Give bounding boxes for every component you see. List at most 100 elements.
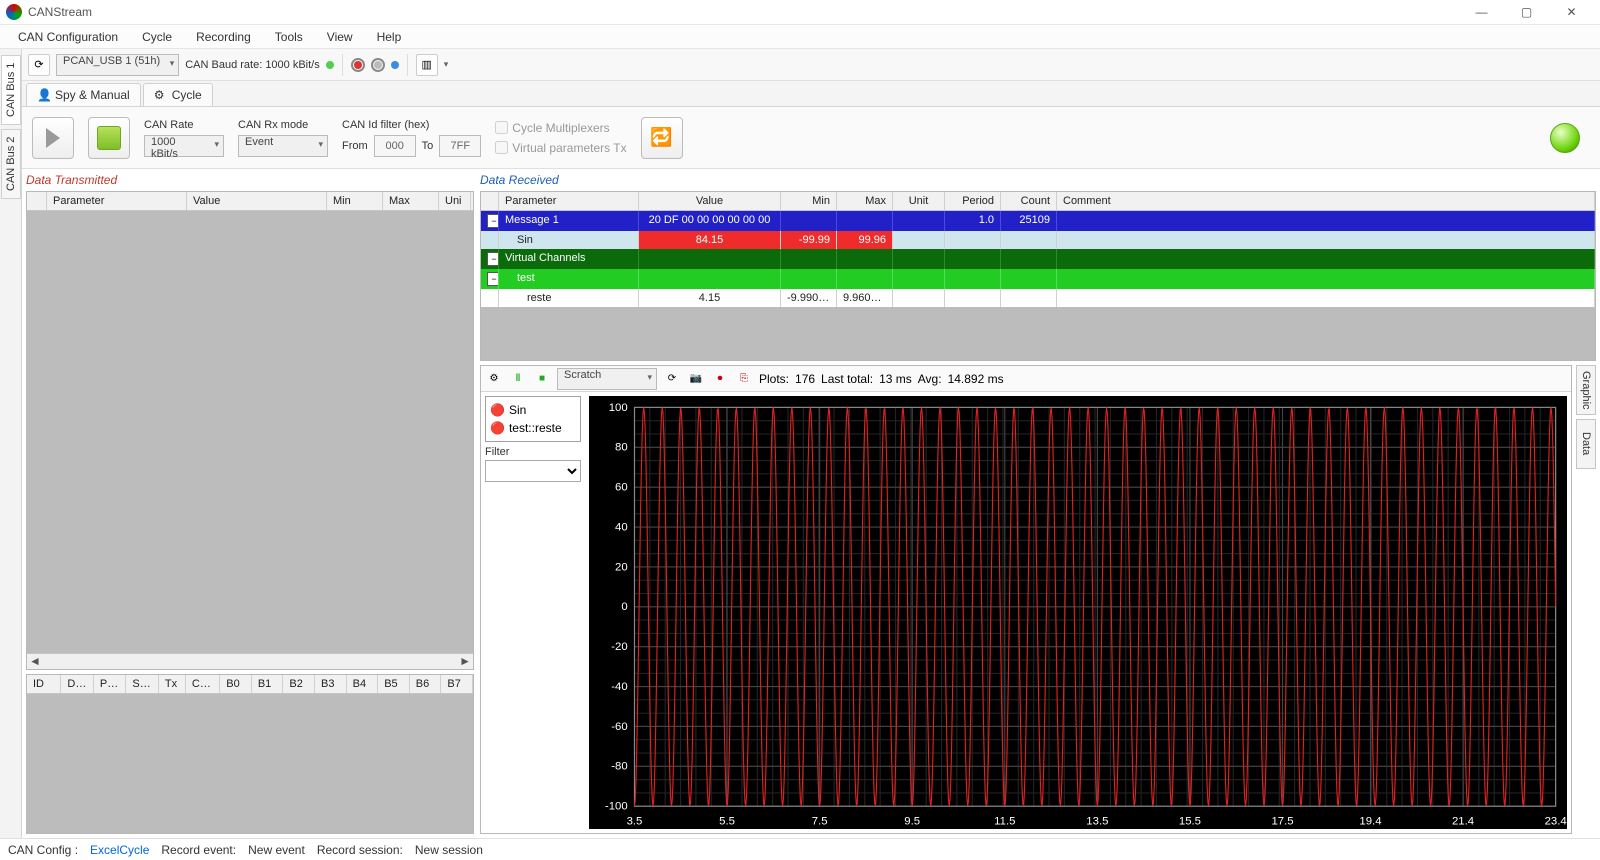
avg-value: 14.892 ms [948,372,1004,386]
tab-graphic[interactable]: Graphic [1576,365,1596,415]
menu-tools[interactable]: Tools [265,26,313,48]
chk-virtual-tx[interactable]: Virtual parameters Tx [495,141,626,155]
msg-col-b5[interactable]: B5 [378,675,410,693]
msg-col-b2[interactable]: B2 [283,675,315,693]
graph-record-icon[interactable]: ⏺ [711,370,729,388]
maximize-button[interactable]: ▢ [1504,0,1549,24]
filter-select[interactable] [485,460,581,482]
chk-cycle-multiplexers[interactable]: Cycle Multiplexers [495,121,626,135]
play-button[interactable] [32,117,74,159]
rx-col-min[interactable]: Min [781,192,837,210]
rx-col-toggle[interactable] [481,192,499,210]
rx-col-comment[interactable]: Comment [1057,192,1595,210]
section-rx-title: Data Received [480,173,1596,187]
layout-dropdown-icon[interactable]: ▾ [444,59,449,70]
rx-col-max[interactable]: Max [837,192,893,210]
rx-row-sin[interactable]: Sin 84.15 -99.99 99.96 [481,231,1595,249]
rx-row-reste[interactable]: reste 4.15 -9.99000... 9.96000... [481,289,1595,307]
rx-col-parameter[interactable]: Parameter [499,192,639,210]
msg-col-b1[interactable]: B1 [252,675,284,693]
msg-col-tx[interactable]: Tx [159,675,186,693]
collapse-icon[interactable]: − [487,252,499,266]
menu-cycle[interactable]: Cycle [132,26,182,48]
signal-item-sin[interactable]: 🔴Sin [490,401,576,419]
from-label: From [342,140,368,152]
msg-col-period[interactable]: Perio [94,675,127,693]
rx-row-virtual-channels[interactable]: − Virtual Channels [481,249,1595,269]
rx-col-count[interactable]: Count [1001,192,1057,210]
graph-refresh-icon[interactable]: ⟳ [663,370,681,388]
rx-mode-label: CAN Rx mode [238,119,328,131]
can-rate-label: CAN Rate [144,119,224,131]
tab-data[interactable]: Data [1576,419,1596,469]
tx-col-uni[interactable]: Uni [439,192,471,210]
minimize-button[interactable]: — [1459,0,1504,24]
menu-help[interactable]: Help [367,26,412,48]
tab-spy-manual[interactable]: 👤 Spy & Manual [26,83,141,106]
config-button[interactable]: 🔁 [641,117,683,159]
signal-item-test-reste[interactable]: 🔴test::reste [490,419,576,437]
svg-text:17.5: 17.5 [1271,815,1293,827]
graph-settings-icon[interactable]: ⚙ [485,370,503,388]
svg-text:40: 40 [615,521,628,533]
graph-pause-icon[interactable]: ‖ [509,370,527,388]
collapse-icon[interactable]: − [487,272,499,286]
tx-col-min[interactable]: Min [327,192,383,210]
graph-preset-select[interactable]: Scratch [557,368,657,390]
msg-col-b7[interactable]: B7 [441,675,473,693]
can-rate-select[interactable]: 1000 kBit/s [144,135,224,157]
ball-icon: 🔴 [490,421,505,435]
collapse-icon[interactable]: − [487,214,499,228]
plots-label: Plots: [759,372,789,386]
signal-list[interactable]: 🔴Sin 🔴test::reste [485,396,581,442]
bus-tab-1[interactable]: CAN Bus 1 [1,55,21,125]
layout-button[interactable]: ▥ [416,54,438,76]
status-config-value[interactable]: ExcelCycle [90,843,149,857]
chart-area[interactable]: -100-80-60-40-200204060801003.55.57.59.5… [589,396,1567,829]
to-label: To [422,140,434,152]
tx-col-parameter[interactable]: Parameter [47,192,187,210]
msg-col-send[interactable]: Send [126,675,159,693]
svg-text:100: 100 [609,402,628,414]
main-toolbar: ⟳ PCAN_USB 1 (51h) CAN Baud rate: 1000 k… [22,49,1600,81]
bus-tab-2[interactable]: CAN Bus 2 [1,129,21,199]
rx-col-unit[interactable]: Unit [893,192,945,210]
filter-from-input[interactable] [374,135,416,157]
marker-button[interactable] [391,61,399,69]
bus-tabs: CAN Bus 1 CAN Bus 2 [0,49,22,838]
graph-snapshot-icon[interactable]: 📷 [687,370,705,388]
pause-record-button[interactable] [371,58,385,72]
graph-stop-icon[interactable]: ■ [533,370,551,388]
menu-view[interactable]: View [317,26,363,48]
close-button[interactable]: ✕ [1549,0,1594,24]
rx-row-test[interactable]: − test [481,269,1595,289]
rx-col-period[interactable]: Period [945,192,1001,210]
msg-col-b3[interactable]: B3 [315,675,347,693]
tab-cycle[interactable]: ⚙ Cycle [143,83,213,106]
menu-can-configuration[interactable]: CAN Configuration [8,26,128,48]
filter-to-input[interactable] [439,135,481,157]
app-icon [6,4,22,20]
svg-text:9.5: 9.5 [904,815,920,827]
msg-col-b6[interactable]: B6 [410,675,442,693]
svg-text:7.5: 7.5 [812,815,828,827]
stop-button[interactable] [88,117,130,159]
msg-col-b0[interactable]: B0 [220,675,252,693]
menu-recording[interactable]: Recording [186,26,261,48]
device-select[interactable]: PCAN_USB 1 (51h) [56,54,179,76]
rx-col-value[interactable]: Value [639,192,781,210]
msg-col-b4[interactable]: B4 [347,675,379,693]
graph-export-icon[interactable]: ⎘ [735,370,753,388]
rx-row-message1[interactable]: − Message 1 20 DF 00 00 00 00 00 00 1.0 … [481,211,1595,231]
svg-text:0: 0 [621,601,627,613]
tx-scrollbar[interactable]: ◄► [27,653,473,669]
rx-mode-select[interactable]: Event [238,135,328,157]
msg-col-dlc[interactable]: DLC [61,675,94,693]
refresh-icon[interactable]: ⟳ [28,54,50,76]
tx-col-max[interactable]: Max [383,192,439,210]
tx-col-value[interactable]: Value [187,192,327,210]
msg-col-count[interactable]: Coun [186,675,220,693]
tx-col-blank[interactable] [27,192,47,210]
msg-col-id[interactable]: ID [27,675,61,693]
record-button[interactable] [351,58,365,72]
